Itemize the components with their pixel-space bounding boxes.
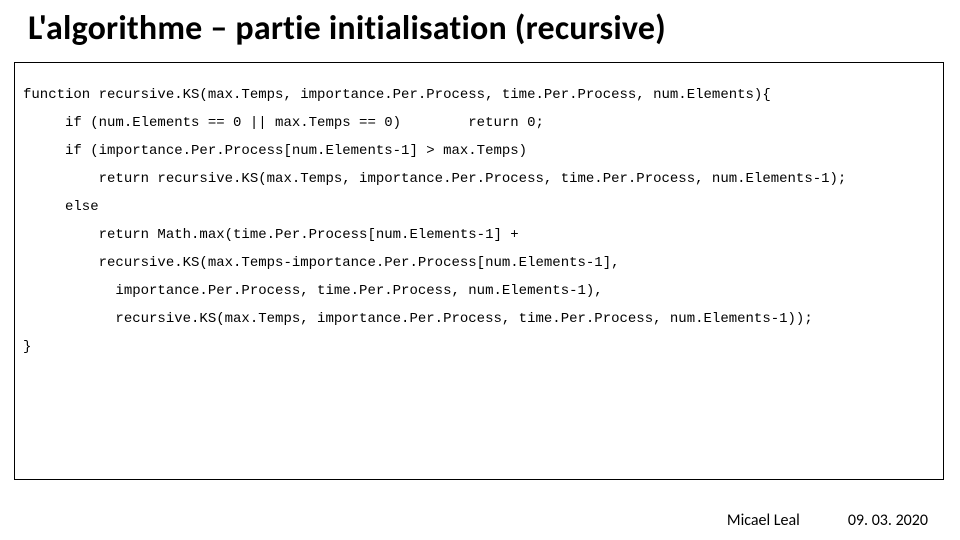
slide: L'algorithme – partie initialisation (re… [0,0,960,540]
code-line: return Math.max(time.Per.Process[num.Ele… [23,227,519,243]
slide-title: L'algorithme – partie initialisation (re… [28,8,932,49]
code-line: if (num.Elements == 0 || max.Temps == 0)… [23,115,544,131]
code-line: return recursive.KS(max.Temps, importanc… [23,171,846,187]
code-line: recursive.KS(max.Temps-importance.Per.Pr… [23,255,620,271]
footer: Micael Leal 09. 03. 2020 [727,511,928,530]
code-line: recursive.KS(max.Temps, importance.Per.P… [23,311,813,327]
code-line: } [23,339,31,355]
code-line: function recursive.KS(max.Temps, importa… [23,87,771,103]
code-line: importance.Per.Process, time.Per.Process… [23,283,603,299]
code-line: if (importance.Per.Process[num.Elements-… [23,143,527,159]
code-line: else [23,199,99,215]
code-box: function recursive.KS(max.Temps, importa… [14,62,944,480]
code-block: function recursive.KS(max.Temps, importa… [23,81,935,361]
footer-author: Micael Leal [727,511,800,530]
footer-date: 09. 03. 2020 [848,511,928,530]
